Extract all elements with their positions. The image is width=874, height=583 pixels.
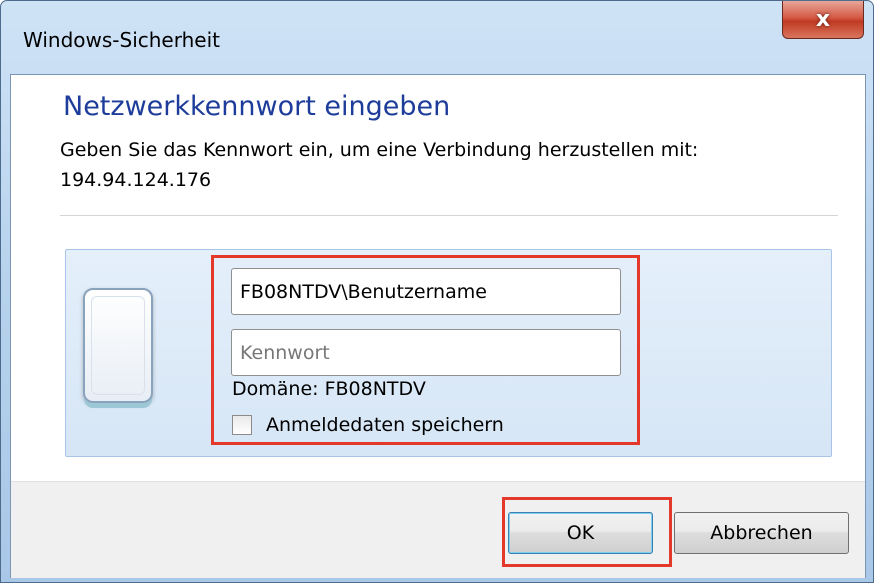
- dialog-description: Geben Sie das Kennwort ein, um eine Verb…: [60, 139, 699, 161]
- dialog-content: Netzwerkkennwort eingeben Geben Sie das …: [10, 74, 866, 578]
- dialog-window: Windows-Sicherheit x Netzwerkkennwort ei…: [0, 0, 874, 583]
- target-address: 194.94.124.176: [60, 169, 212, 191]
- ok-highlight-box: [502, 497, 672, 567]
- window-title: Windows-Sicherheit: [23, 28, 220, 52]
- separator: [60, 215, 838, 216]
- credentials-highlight-box: [211, 255, 640, 445]
- button-bar: OK Abbrechen: [11, 481, 865, 578]
- close-button[interactable]: x: [782, 1, 864, 39]
- dialog-heading: Netzwerkkennwort eingeben: [63, 91, 451, 122]
- close-icon: x: [815, 7, 831, 32]
- title-bar[interactable]: Windows-Sicherheit x: [1, 1, 873, 81]
- user-avatar-tile: [83, 288, 153, 403]
- user-avatar-icon: [91, 296, 145, 395]
- cancel-button[interactable]: Abbrechen: [674, 512, 849, 554]
